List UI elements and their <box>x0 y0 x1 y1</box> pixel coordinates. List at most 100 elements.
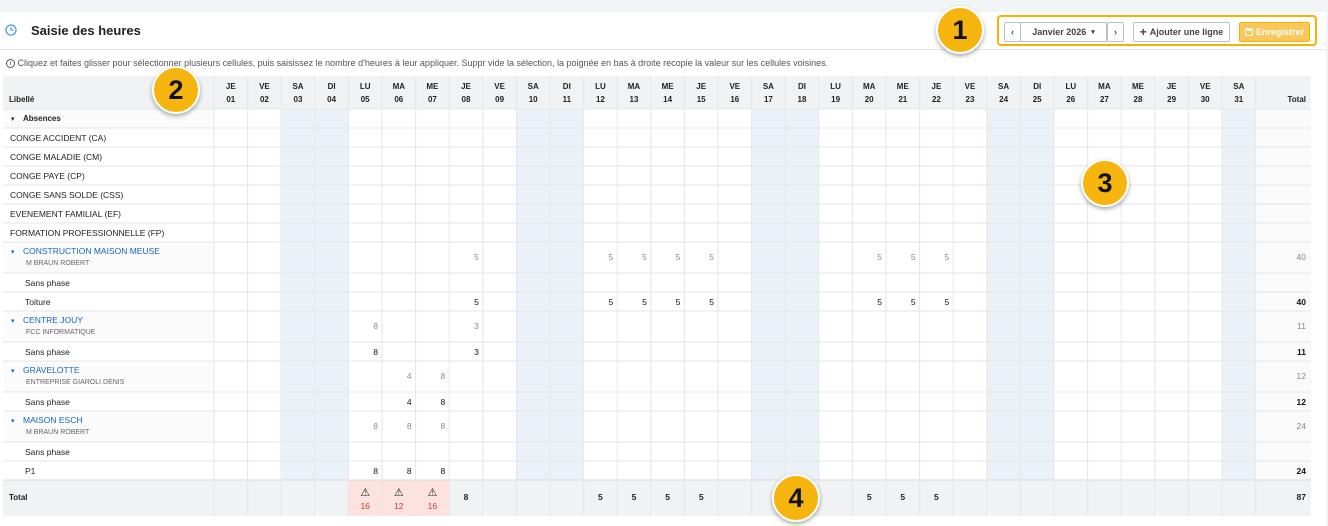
day-name-header: VE <box>259 82 270 91</box>
day-name-header: SA <box>998 82 1009 91</box>
caret-down-icon: ▾ <box>11 318 15 325</box>
day-name-header: JE <box>461 82 471 91</box>
hours-cell-value: 5 <box>709 252 714 262</box>
day-number-header: 26 <box>1066 95 1075 104</box>
day-number-header: 11 <box>563 95 572 104</box>
project-client: FCC INFORMATIQUE <box>26 329 96 336</box>
day-name-header: LU <box>1065 82 1076 91</box>
day-name-header: DI <box>563 82 571 91</box>
day-name-header: DI <box>328 82 336 91</box>
row-total-value: 24 <box>1297 421 1307 431</box>
absence-item-label: CONGE PAYE (CP) <box>10 171 85 181</box>
hours-cell-value: 8 <box>440 397 445 407</box>
warning-total-value: 16 <box>360 501 370 511</box>
weekend-column <box>986 109 1021 480</box>
day-number-header: 20 <box>865 95 874 104</box>
day-number-header: 12 <box>596 95 605 104</box>
step-badge-2: 2 <box>152 66 200 114</box>
day-number-header: 10 <box>529 95 538 104</box>
caret-down-icon: ▾ <box>11 418 15 425</box>
project-client: M BRAUN ROBERT <box>26 429 90 436</box>
day-number-header: 24 <box>999 95 1008 104</box>
hours-cell-value: 5 <box>642 252 647 262</box>
hours-cell-value: 5 <box>642 297 647 307</box>
phase-label: Toiture <box>25 297 51 307</box>
absence-item-label: EVENEMENT FAMILIAL (EF) <box>10 209 121 219</box>
weekend-column <box>751 109 786 480</box>
warning-icon: ⚠ <box>427 487 437 499</box>
day-number-header: 02 <box>260 95 269 104</box>
row-total-value: 12 <box>1297 397 1307 407</box>
day-number-header: 13 <box>630 95 639 104</box>
day-number-header: 19 <box>831 95 840 104</box>
day-name-header: SA <box>292 82 303 91</box>
day-number-header: 06 <box>394 95 403 104</box>
project-link[interactable]: MAISON ESCH <box>23 415 83 425</box>
day-name-header: ME <box>662 82 675 91</box>
day-total-value: 5 <box>934 492 939 502</box>
day-total-value: 8 <box>464 492 469 502</box>
day-name-header: VE <box>1200 82 1211 91</box>
total-row-bg <box>3 480 1311 516</box>
row-total-value: 24 <box>1297 466 1307 476</box>
day-name-header: JE <box>226 82 236 91</box>
day-number-header: 15 <box>697 95 706 104</box>
total-column-header: Total <box>1287 95 1306 104</box>
day-name-header: DI <box>798 82 806 91</box>
day-total-value: 5 <box>632 492 637 502</box>
day-name-header: MA <box>863 82 876 91</box>
hours-cell-value: 3 <box>474 321 479 331</box>
hours-cell-value: 5 <box>676 297 681 307</box>
weekend-column <box>1020 109 1054 480</box>
project-link[interactable]: CENTRE JOUY <box>23 315 83 325</box>
hours-cell-value: 5 <box>911 252 916 262</box>
hours-cell-value: 3 <box>474 347 479 357</box>
hours-cell-value: 8 <box>373 421 378 431</box>
weekend-column <box>516 109 550 480</box>
hours-cell-value: 8 <box>373 347 378 357</box>
day-name-header: SA <box>763 82 774 91</box>
day-number-header: 21 <box>898 95 907 104</box>
day-number-header: 14 <box>663 95 672 104</box>
day-name-header: JE <box>932 82 942 91</box>
phase-label: P1 <box>25 466 36 476</box>
day-name-header: LU <box>360 82 371 91</box>
hours-cell-value: 5 <box>676 252 681 262</box>
hours-cell-value: 5 <box>608 252 613 262</box>
day-name-header: VE <box>965 82 976 91</box>
day-number-header: 01 <box>226 95 235 104</box>
day-number-header: 27 <box>1100 95 1109 104</box>
warning-total-value: 16 <box>428 501 438 511</box>
hours-cell-value: 8 <box>373 466 378 476</box>
day-name-header: SA <box>1233 82 1244 91</box>
hours-cell-value: 5 <box>474 252 479 262</box>
grand-total-value: 87 <box>1297 492 1307 502</box>
caret-down-icon: ▾ <box>11 116 15 123</box>
day-number-header: 07 <box>428 95 437 104</box>
project-link[interactable]: GRAVELOTTE <box>23 365 80 375</box>
row-total-value: 11 <box>1297 321 1306 331</box>
day-number-header: 04 <box>327 95 336 104</box>
project-link[interactable]: CONSTRUCTION MAISON MEUSE <box>23 246 160 256</box>
warning-total-value: 12 <box>394 501 404 511</box>
total-row-label: Total <box>9 493 28 502</box>
day-total-value: 5 <box>598 492 603 502</box>
day-number-header: 05 <box>361 95 370 104</box>
caret-down-icon: ▾ <box>11 249 15 256</box>
day-number-header: 09 <box>495 95 504 104</box>
day-number-header: 30 <box>1201 95 1210 104</box>
phase-label: Sans phase <box>25 447 70 457</box>
project-client: M BRAUN ROBERT <box>26 260 90 267</box>
weekend-column <box>1222 109 1256 480</box>
hours-cell-value: 8 <box>440 421 445 431</box>
hours-cell-value: 8 <box>373 321 378 331</box>
day-name-header: ME <box>897 82 910 91</box>
hours-cell-value: 5 <box>877 297 882 307</box>
phase-label: Sans phase <box>25 347 70 357</box>
day-name-header: JE <box>1167 82 1177 91</box>
day-number-header: 17 <box>764 95 773 104</box>
step-badge-1: 1 <box>936 6 984 54</box>
hours-cell-value: 5 <box>944 297 949 307</box>
day-total-value: 5 <box>900 492 905 502</box>
day-total-value: 5 <box>867 492 872 502</box>
